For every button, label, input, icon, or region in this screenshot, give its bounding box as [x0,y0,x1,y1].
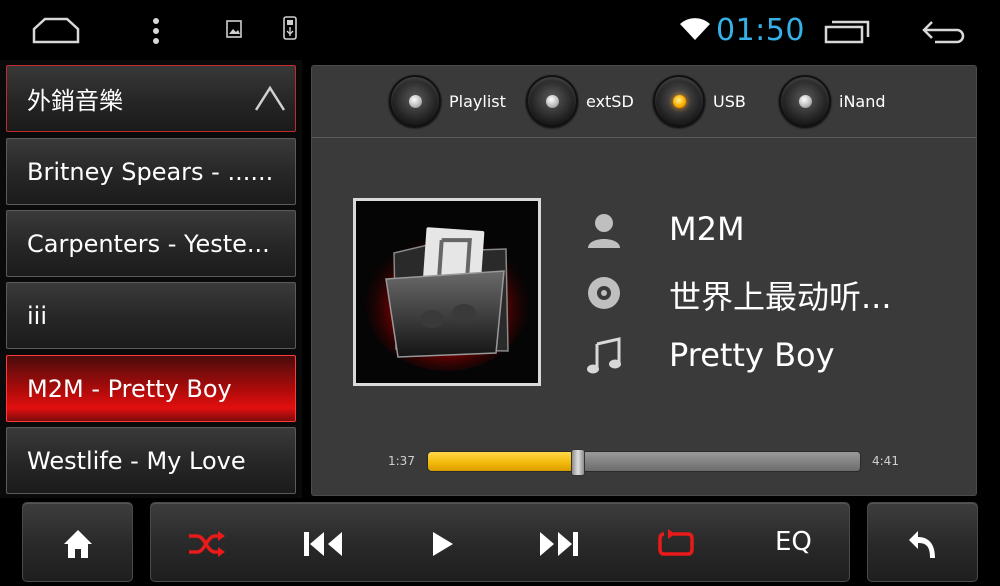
repeat-icon [658,529,694,556]
playlist-item-label: iii [27,301,48,330]
playlist-panel: 外銷音樂 Britney Spears - ...... Carpenters … [0,60,302,498]
status-clock: 01:50 [716,13,805,48]
music-folder-icon [356,201,538,383]
source-extsd-button[interactable]: extSD [526,74,634,128]
transport-controls: EQ [150,502,850,582]
source-label: iNand [839,91,886,111]
home-button[interactable] [22,502,133,582]
eq-button[interactable]: EQ [775,527,812,557]
recent-apps-icon[interactable] [822,17,872,45]
playlist-header-label: 外銷音樂 [27,87,123,115]
overflow-menu-icon[interactable] [146,16,166,46]
home-icon [53,519,103,569]
wifi-icon [678,16,712,42]
source-playlist-button[interactable]: Playlist [389,74,506,128]
shuffle-icon [189,531,225,557]
source-usb-button[interactable]: USB [653,74,746,128]
album-art [353,198,541,386]
source-label: USB [713,91,746,111]
radio-knob-icon [389,75,441,127]
previous-icon [304,532,342,556]
radio-knob-selected-icon [653,75,705,127]
previous-track-button[interactable] [299,519,349,569]
playlist-header[interactable]: 外銷音樂 [6,65,296,132]
artist-icon [584,210,624,250]
return-button[interactable] [867,502,978,582]
total-time: 4:41 [872,454,899,468]
back-nav-icon[interactable] [920,18,970,46]
playlist-item-label: Carpenters - Yeste... [27,229,270,258]
source-label: Playlist [449,91,506,111]
play-icon [433,532,453,556]
repeat-button[interactable] [651,519,701,569]
music-note-icon [584,336,624,376]
image-notification-icon [224,18,244,40]
next-icon [540,532,578,556]
status-bar: 01:50 [0,0,1000,60]
playlist-item[interactable]: Britney Spears - ...... [6,138,296,205]
elapsed-time: 1:37 [388,454,415,468]
album-disc-icon [584,273,624,313]
chevron-up-icon[interactable] [253,80,287,114]
track-title: Pretty Boy [669,336,835,374]
play-button[interactable] [417,519,467,569]
source-label: extSD [586,91,634,111]
playlist-item-label: Britney Spears - ...... [27,157,274,186]
seek-bar[interactable] [427,449,861,476]
seek-bar-thumb[interactable] [570,449,585,476]
return-icon [898,519,948,569]
artist-name: M2M [669,210,745,248]
playlist-item-active[interactable]: M2M - Pretty Boy [6,355,296,422]
radio-knob-icon [526,75,578,127]
now-playing-panel: Playlist extSD USB iNand M2M 世界上最动听... P… [311,65,977,496]
next-track-button[interactable] [533,519,583,569]
playlist-item[interactable]: Carpenters - Yeste... [6,210,296,277]
playlist-item-label: M2M - Pretty Boy [27,374,232,403]
seek-bar-fill [428,452,578,471]
playlist-item[interactable]: iii [6,282,296,349]
source-inand-button[interactable]: iNand [779,74,886,128]
usb-notification-icon [280,15,300,41]
shuffle-button[interactable] [182,519,232,569]
album-name: 世界上最动听... [669,278,892,316]
radio-knob-icon [779,75,831,127]
playlist-item[interactable]: Westlife - My Love [6,427,296,494]
source-selector: Playlist extSD USB iNand [312,66,976,138]
playlist-item-label: Westlife - My Love [27,446,246,475]
home-nav-icon[interactable] [30,14,82,46]
